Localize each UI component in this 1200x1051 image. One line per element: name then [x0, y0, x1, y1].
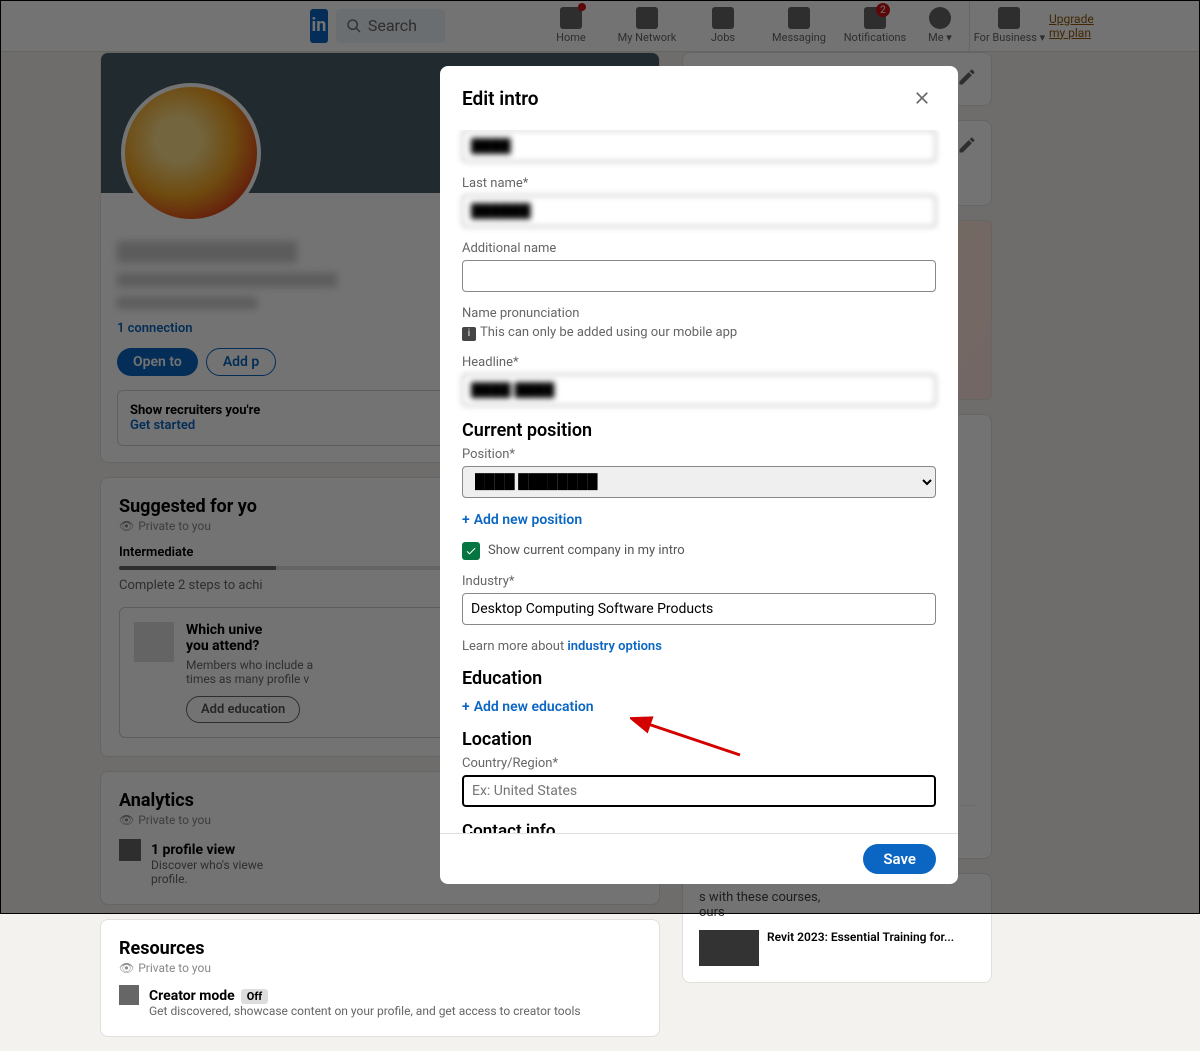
- additional-name-field[interactable]: [462, 260, 936, 292]
- save-button[interactable]: Save: [863, 844, 936, 874]
- headline-label: Headline*: [462, 355, 936, 370]
- modal-title: Edit intro: [462, 87, 539, 110]
- country-label: Country/Region*: [462, 756, 936, 771]
- country-field[interactable]: [462, 775, 936, 807]
- education-heading: Education: [462, 668, 936, 689]
- position-select[interactable]: ████ ████████: [462, 466, 936, 498]
- checkbox-checked-icon: [462, 542, 480, 560]
- info-icon: i: [462, 327, 476, 341]
- show-company-checkbox[interactable]: Show current company in my intro: [462, 542, 936, 560]
- add-position-link[interactable]: + Add new position: [462, 512, 936, 528]
- industry-field[interactable]: [462, 593, 936, 625]
- industry-label: Industry*: [462, 574, 936, 589]
- private-label: 👁 Private to you: [119, 961, 641, 975]
- contact-heading: Contact info: [462, 821, 936, 834]
- edit-intro-modal: Edit intro Last name* Additional name Na…: [440, 66, 958, 884]
- close-icon[interactable]: [908, 84, 936, 112]
- location-heading: Location: [462, 729, 936, 750]
- first-name-field[interactable]: [462, 130, 936, 162]
- last-name-field[interactable]: [462, 195, 936, 227]
- last-name-label: Last name*: [462, 176, 936, 191]
- resources-title: Resources: [119, 938, 641, 959]
- industry-options-link[interactable]: industry options: [567, 639, 661, 654]
- headline-field[interactable]: [462, 374, 936, 406]
- broadcast-icon: [119, 985, 139, 1005]
- course-thumb[interactable]: [699, 930, 759, 966]
- add-education-link[interactable]: + Add new education: [462, 699, 936, 715]
- additional-name-label: Additional name: [462, 241, 936, 256]
- current-position-heading: Current position: [462, 420, 936, 441]
- course-title[interactable]: Revit 2023: Essential Training for...: [767, 930, 954, 966]
- position-label: Position*: [462, 447, 936, 462]
- resources-section: Resources 👁 Private to you Creator modeO…: [100, 919, 660, 1037]
- industry-help: Learn more about industry options: [462, 639, 936, 654]
- pronunciation-label: Name pronunciation: [462, 306, 936, 321]
